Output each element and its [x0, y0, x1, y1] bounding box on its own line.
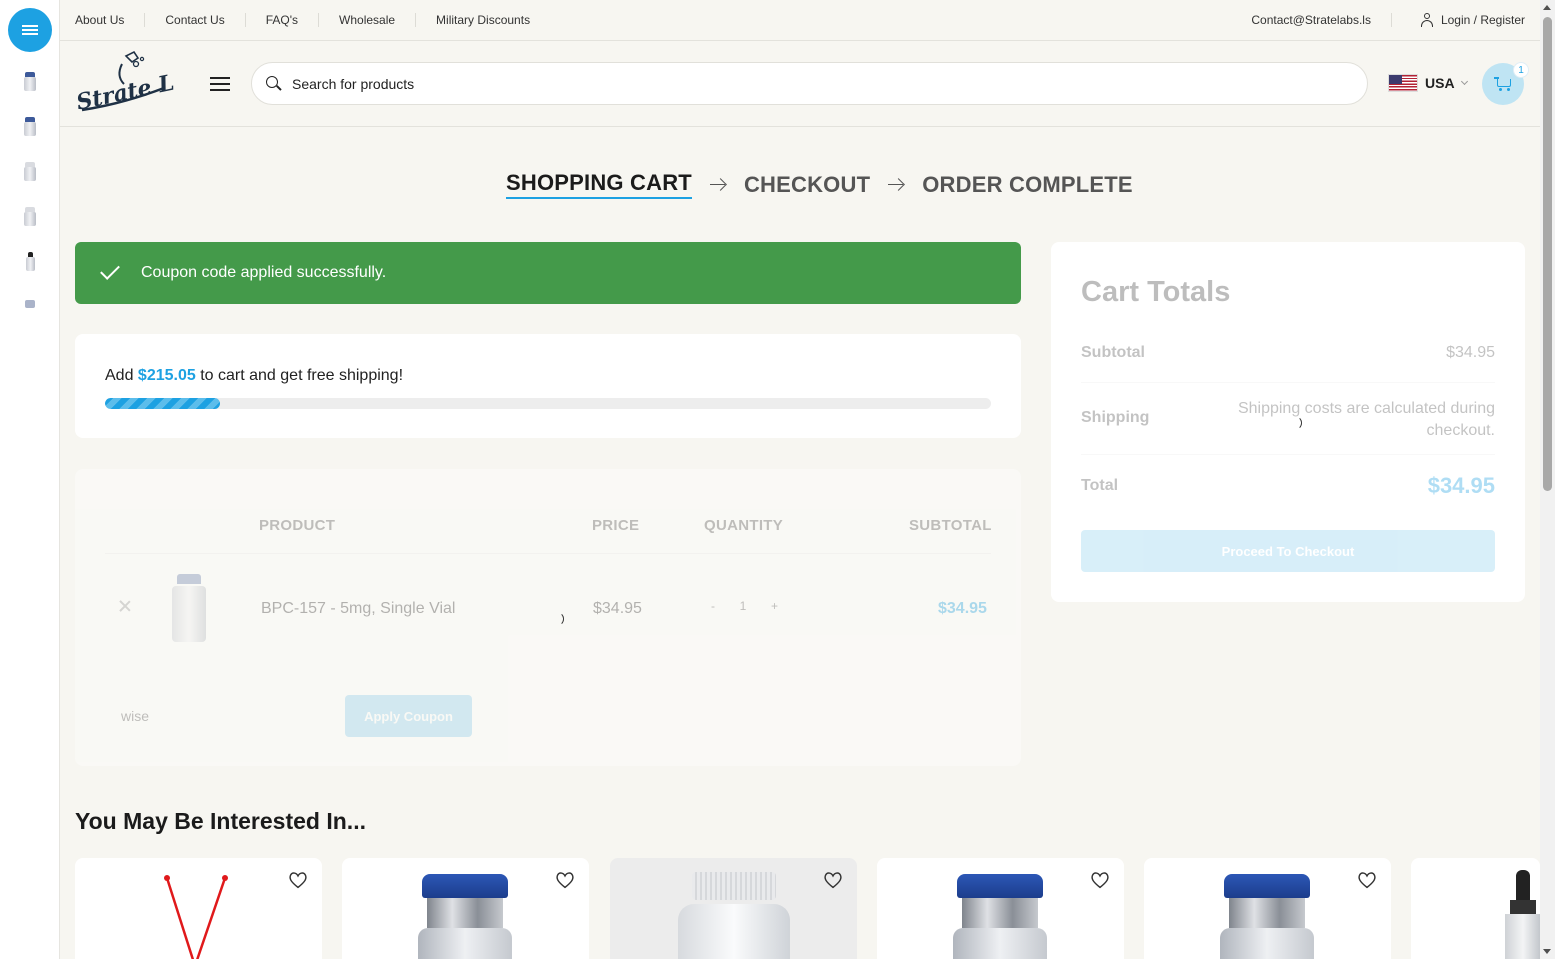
- related-product-card[interactable]: [610, 858, 857, 959]
- about-us-link[interactable]: About Us: [75, 13, 144, 27]
- step-order-complete: ORDER COMPLETE: [922, 171, 1133, 197]
- step-shopping-cart[interactable]: SHOPPING CART: [506, 170, 692, 199]
- rail-product-thumb[interactable]: [20, 162, 40, 184]
- vial-product-image: [1220, 874, 1314, 959]
- cart-icon: [1494, 77, 1512, 91]
- rail-product-thumb[interactable]: [20, 117, 40, 139]
- wishlist-heart-icon[interactable]: [1090, 871, 1110, 889]
- shipping-value: Shipping costs are calculated during che…: [1237, 400, 1495, 439]
- header-product: PRODUCT: [259, 517, 336, 534]
- top-links: About Us Contact Us FAQ's Wholesale Mili…: [60, 13, 550, 27]
- site-header: Strate Labs USA 1: [60, 41, 1540, 127]
- us-flag-icon: [1388, 74, 1418, 92]
- related-products-title: You May Be Interested In...: [75, 808, 366, 834]
- header-subtotal: SUBTOTAL: [909, 517, 992, 534]
- total-label: Total: [1081, 477, 1119, 494]
- contact-email-link[interactable]: Contact@Stratelabs.ls: [1251, 13, 1392, 27]
- subtotal-value: $34.95: [1446, 344, 1495, 361]
- shipping-label: Shipping: [1081, 409, 1150, 426]
- search-input[interactable]: [292, 75, 1192, 92]
- login-label: Login / Register: [1440, 13, 1525, 27]
- wishlist-heart-icon[interactable]: [555, 871, 575, 889]
- header-price: PRICE: [592, 517, 640, 534]
- checkout-steps: SHOPPING CART CHECKOUT ORDER COMPLETE: [506, 170, 1133, 199]
- arrow-right-icon: [709, 177, 727, 191]
- check-icon: [100, 260, 120, 280]
- laser-product-image: [164, 875, 228, 959]
- qty-decrease-button[interactable]: -: [711, 599, 715, 613]
- free-shipping-message: Add $215.05 to cart and get free shippin…: [105, 367, 403, 385]
- related-product-card[interactable]: [1144, 858, 1391, 959]
- rail-product-thumb[interactable]: [20, 252, 40, 274]
- scroll-up-arrow-icon[interactable]: [1543, 5, 1551, 10]
- faqs-link[interactable]: FAQ's: [244, 13, 318, 27]
- search-bar: [251, 62, 1368, 105]
- shipping-amount: $215.05: [137, 367, 196, 384]
- contact-us-link[interactable]: Contact Us: [144, 13, 244, 27]
- rail-product-thumb[interactable]: [20, 207, 40, 229]
- related-product-card[interactable]: [342, 858, 589, 959]
- notice-text: Coupon code applied successfully.: [141, 264, 387, 281]
- scroll-thumb[interactable]: [1543, 17, 1552, 491]
- free-shipping-progress: [105, 398, 991, 409]
- related-product-card[interactable]: [1411, 858, 1540, 959]
- country-selector[interactable]: USA: [1388, 74, 1468, 92]
- qty-input[interactable]: 1: [733, 599, 753, 613]
- related-product-card[interactable]: [877, 858, 1124, 959]
- apply-coupon-button[interactable]: Apply Coupon: [345, 695, 472, 737]
- header-quantity: QUANTITY: [704, 517, 784, 534]
- jar-product-image: [678, 872, 790, 959]
- cart-item-subtotal: $34.95: [938, 600, 987, 617]
- left-rail: [0, 0, 60, 959]
- coupon-success-notice: Coupon code applied successfully.: [75, 242, 1021, 304]
- product-thumbnail[interactable]: [169, 574, 209, 648]
- user-icon: [1420, 13, 1434, 27]
- wishlist-heart-icon[interactable]: [823, 871, 843, 889]
- total-value: $34.95: [1427, 473, 1495, 498]
- qty-increase-button[interactable]: +: [771, 599, 778, 613]
- rail-menu-button[interactable]: [8, 8, 52, 52]
- remove-item-icon[interactable]: [119, 600, 131, 612]
- cart-table: PRODUCT PRICE QUANTITY SUBTOTAL BPC-157 …: [75, 469, 1021, 766]
- quantity-stepper: - 1 +: [711, 599, 778, 613]
- search-icon[interactable]: [266, 75, 282, 92]
- related-product-card[interactable]: [75, 858, 322, 959]
- svg-text:Strate Labs: Strate Labs: [74, 61, 174, 116]
- progress-fill: [105, 398, 221, 409]
- rail-product-thumb[interactable]: [20, 72, 40, 94]
- wishlist-heart-icon[interactable]: [1357, 871, 1377, 889]
- proceed-to-checkout-button[interactable]: Proceed To Checkout: [1081, 530, 1495, 572]
- coupon-input[interactable]: [105, 695, 335, 737]
- shipping-suffix: to cart and get free shipping!: [200, 367, 404, 384]
- vial-product-image: [953, 874, 1047, 959]
- subtotal-label: Subtotal: [1081, 344, 1145, 361]
- top-bar: About Us Contact Us FAQ's Wholesale Mili…: [60, 0, 1540, 41]
- page-scrollbar[interactable]: [1540, 0, 1555, 959]
- country-label: USA: [1425, 75, 1455, 91]
- site-logo[interactable]: Strate Labs: [74, 50, 218, 120]
- cart-totals-title: Cart Totals: [1081, 276, 1231, 308]
- cart-count-badge: 1: [1513, 62, 1529, 78]
- dropper-product-image: [1503, 870, 1540, 959]
- military-discounts-link[interactable]: Military Discounts: [415, 13, 550, 27]
- free-shipping-card: Add $215.05 to cart and get free shippin…: [75, 334, 1021, 438]
- wholesale-link[interactable]: Wholesale: [318, 13, 415, 27]
- wishlist-heart-icon[interactable]: [288, 871, 308, 889]
- loading-spinner-icon: [1288, 416, 1302, 430]
- cart-item-price: $34.95: [593, 600, 642, 617]
- cart-item-name[interactable]: BPC-157 - 5mg, Single Vial: [261, 600, 455, 618]
- menu-icon: [22, 23, 38, 37]
- vial-product-image: [418, 874, 512, 959]
- shipping-prefix: Add: [105, 367, 134, 384]
- arrow-right-icon: [888, 177, 906, 191]
- loading-spinner-icon: [550, 612, 564, 626]
- step-checkout[interactable]: CHECKOUT: [744, 172, 870, 198]
- login-register-link[interactable]: Login / Register: [1392, 13, 1525, 27]
- rail-product-thumb[interactable]: [20, 300, 40, 322]
- scroll-down-arrow-icon[interactable]: [1543, 949, 1551, 954]
- header-menu-button[interactable]: [210, 77, 230, 93]
- chevron-down-icon: [1460, 77, 1468, 86]
